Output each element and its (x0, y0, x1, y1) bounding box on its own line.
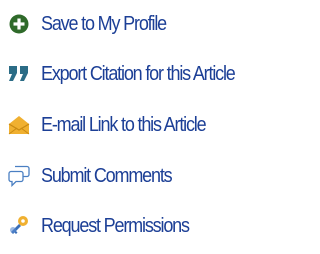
save-to-profile-label: Save to My Profile (41, 13, 167, 35)
submit-comments-link[interactable]: Submit Comments (0, 156, 186, 196)
export-citation-link[interactable]: Export Citation for this Article (0, 54, 256, 94)
email-link-label: E-mail Link to this Article (41, 114, 207, 136)
quote-icon (8, 62, 30, 86)
request-permissions-link[interactable]: Request Permissions (0, 206, 205, 246)
save-to-profile-link[interactable]: Save to My Profile (0, 4, 180, 44)
key-icon (8, 214, 30, 238)
export-citation-label: Export Citation for this Article (41, 63, 236, 85)
add-circle-icon (8, 12, 30, 36)
article-tools-list: Save to My Profile Export Citation for t… (0, 0, 275, 254)
submit-comments-label: Submit Comments (41, 165, 173, 187)
speech-bubbles-icon (8, 164, 30, 188)
email-link[interactable]: E-mail Link to this Article (0, 105, 224, 145)
envelope-icon (8, 113, 30, 137)
request-permissions-label: Request Permissions (41, 215, 190, 237)
